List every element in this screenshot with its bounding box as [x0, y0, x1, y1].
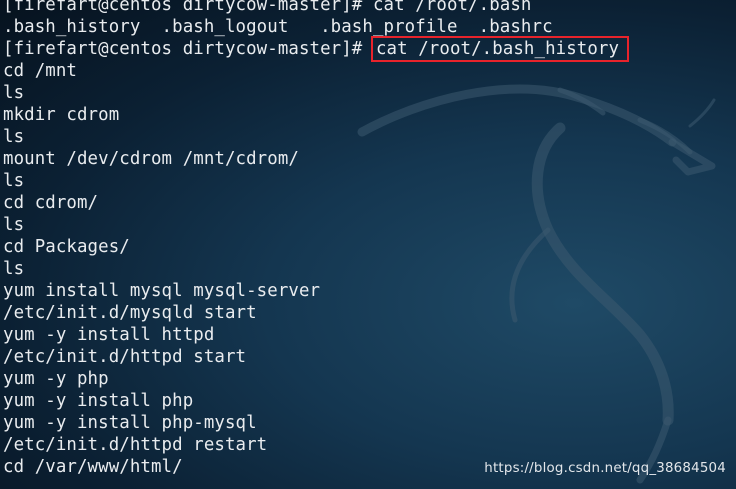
terminal-line: ls [3, 83, 25, 103]
terminal-line: yum -y install php [3, 391, 194, 411]
terminal-line: ls [3, 215, 25, 235]
terminal-line: /etc/init.d/httpd restart [3, 435, 268, 455]
terminal-line: .bash_history .bash_logout .bash_profile… [3, 17, 553, 37]
terminal-line: [firefart@centos dirtycow-master]# cat /… [3, 0, 532, 15]
terminal-output[interactable]: [firefart@centos dirtycow-master]# cat /… [3, 0, 630, 478]
highlighted-command: cat /root/.bash_history [370, 36, 630, 62]
terminal-line: ls [3, 171, 25, 191]
terminal-line: mount /dev/cdrom /mnt/cdrom/ [3, 149, 299, 169]
terminal-line: yum install mysql mysql-server [3, 281, 321, 301]
terminal-line: yum -y php [3, 369, 109, 389]
terminal-line: yum -y install httpd [3, 325, 215, 345]
terminal-line-highlighted: [firefart@centos dirtycow-master]# cat /… [3, 36, 630, 62]
terminal-line: /etc/init.d/mysqld start [3, 303, 257, 323]
terminal-line: /etc/init.d/httpd start [3, 347, 247, 367]
watermark: https://blog.csdn.net/qq_38684504 [484, 461, 726, 476]
terminal-line: mkdir cdrom [3, 105, 120, 125]
shell-prompt: [firefart@centos dirtycow-master]# [3, 39, 373, 59]
terminal-line: ls [3, 259, 25, 279]
terminal-line: cd Packages/ [3, 237, 130, 257]
terminal-line: yum -y install php-mysql [3, 413, 257, 433]
terminal-line: ls [3, 127, 25, 147]
terminal-line: cd cdrom/ [3, 193, 99, 213]
terminal-window[interactable]: [firefart@centos dirtycow-master]# cat /… [0, 0, 736, 489]
terminal-line: cd /mnt [3, 61, 77, 81]
